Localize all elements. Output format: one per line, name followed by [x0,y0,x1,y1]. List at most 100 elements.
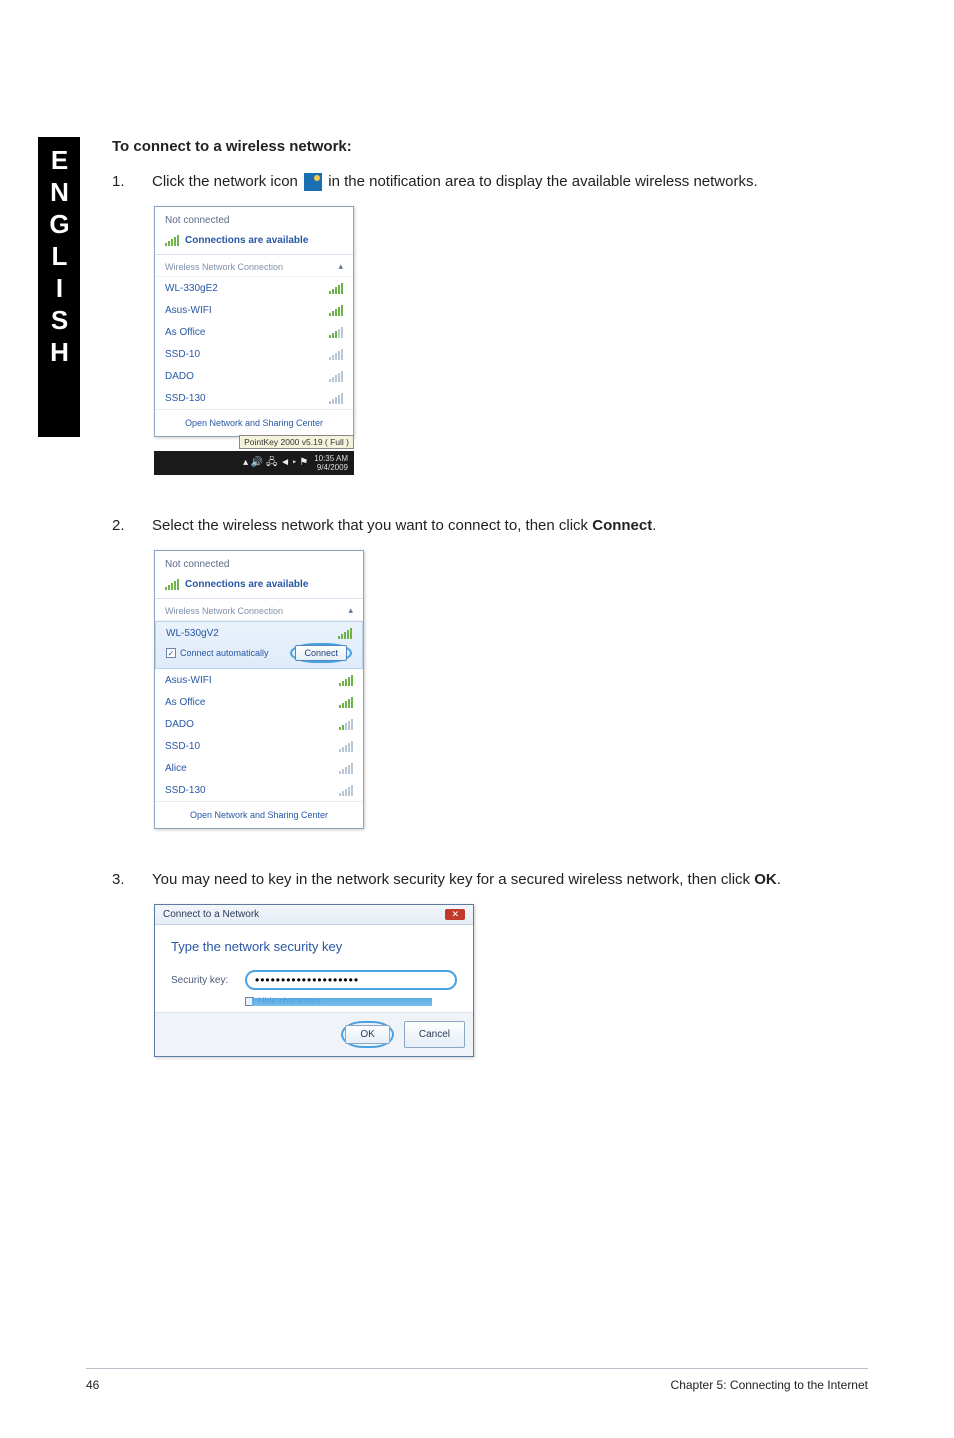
signal-icon [165,578,179,590]
wifi-flyout-1: Not connected Connections are available … [154,206,882,475]
network-row[interactable]: DADO [155,713,363,735]
dialog-footer: OK Cancel [155,1012,473,1056]
highlight-circle: OK [341,1021,393,1048]
close-icon[interactable]: ✕ [445,909,465,920]
connections-available-label: Connections are available [185,235,308,246]
connections-available-row: Connections are available [155,230,353,255]
signal-icon [339,718,353,730]
not-connected-label: Not connected [165,215,343,226]
network-row[interactable]: SSD-130 [155,387,353,409]
ssid-label: Alice [165,763,187,774]
wireless-section-label: Wireless Network Connection ▴ [155,255,353,277]
taskbar: ▴ 🔊 🖧 ◄ ▸ ⚑ 10:35 AM 9/4/2009 [154,451,354,475]
signal-icon [339,696,353,708]
step-number: 3. [112,869,152,890]
security-key-dialog: Connect to a Network ✕ Type the network … [154,904,882,1057]
connect-auto-checkbox[interactable]: ✓ Connect automatically [166,648,269,658]
ok-button[interactable]: OK [345,1025,389,1044]
ssid-label: SSD-10 [165,741,200,752]
signal-icon [329,282,343,294]
signal-icon [329,370,343,382]
highlight-circle: Connect [290,643,352,663]
network-row[interactable]: As Office [155,321,353,343]
open-network-center-link[interactable]: Open Network and Sharing Center [155,409,353,436]
flyout-shell: Not connected Connections are available … [154,206,354,437]
page-footer: 46 Chapter 5: Connecting to the Internet [86,1378,868,1392]
dialog-shell: Connect to a Network ✕ Type the network … [154,904,474,1057]
page-number: 46 [86,1378,99,1392]
ssid-label: As Office [165,327,205,338]
not-connected-label: Not connected [165,559,353,570]
network-row[interactable]: SSD-10 [155,735,363,757]
flyout-shell: Not connected Connections are available … [154,550,364,829]
connections-available-row: Connections are available [155,574,363,599]
network-row[interactable]: WL-330gE2 [155,277,353,299]
signal-icon [165,234,179,246]
step-body: Select the wireless network that you wan… [152,515,882,536]
network-row-selected[interactable]: WL-530gV2 ✓ Connect automatically Connec… [155,621,363,669]
step3-bold: OK [754,871,777,888]
network-row[interactable]: DADO [155,365,353,387]
page-content: To connect to a wireless network: 1. Cli… [112,138,882,1057]
step2-text-pre: Select the wireless network that you wan… [152,517,592,534]
hide-characters-label: Hide characters [258,996,321,1006]
step-number: 1. [112,171,152,192]
cancel-button[interactable]: Cancel [404,1021,465,1048]
ssid-label: WL-330gE2 [165,283,218,294]
connections-available-label: Connections are available [185,579,308,590]
signal-icon [339,762,353,774]
wireless-section-text: Wireless Network Connection [165,606,283,616]
network-row[interactable]: SSD-130 [155,779,363,801]
ssid-label: SSD-130 [165,393,206,404]
network-row[interactable]: Asus-WIFI [155,299,353,321]
footer-divider [86,1368,868,1369]
network-row[interactable]: Alice [155,757,363,779]
step3-text-pre: You may need to key in the network secur… [152,871,754,888]
ssid-label: As Office [165,697,205,708]
ssid-label: DADO [165,371,194,382]
security-key-label: Security key: [171,975,235,986]
chevron-up-icon: ▴ [338,261,343,272]
connect-auto-label: Connect automatically [180,648,269,658]
network-row[interactable]: As Office [155,691,363,713]
step1-text-post: in the notification area to display the … [328,173,757,190]
security-key-input[interactable]: •••••••••••••••••••• [245,970,457,990]
network-tray-icon [304,173,322,191]
step-body: You may need to key in the network secur… [152,869,882,890]
step-number: 2. [112,515,152,536]
ssid-label: Asus-WIFI [165,675,212,686]
step1-text-pre: Click the network icon [152,173,302,190]
flyout-header: Not connected [155,207,353,230]
signal-icon [329,304,343,316]
clock-time: 10:35 AM [314,454,348,463]
security-key-row: Security key: •••••••••••••••••••• [171,970,457,990]
step-2: 2. Select the wireless network that you … [112,515,882,536]
clock-date: 9/4/2009 [314,463,348,472]
signal-icon [339,784,353,796]
tray-icons: ▴ 🔊 🖧 ◄ ▸ ⚑ [243,455,308,472]
connect-button[interactable]: Connect [295,645,347,661]
open-network-center-link[interactable]: Open Network and Sharing Center [155,801,363,828]
step-body: Click the network icon in the notificati… [152,171,882,192]
step2-bold: Connect [592,517,652,534]
signal-icon [329,348,343,360]
network-row[interactable]: Asus-WIFI [155,669,363,691]
dialog-body: Type the network security key Security k… [155,925,473,1012]
step2-text-post: . [652,517,656,534]
language-tab: ENGLISH [38,137,80,437]
signal-icon [338,627,352,639]
step-3: 3. You may need to key in the network se… [112,869,882,890]
step-1: 1. Click the network icon in the notific… [112,171,882,192]
hide-characters-row[interactable]: Hide characters [245,996,457,1006]
ssid-label: WL-530gV2 [166,628,219,639]
ssid-label: SSD-130 [165,785,206,796]
ssid-label: Asus-WIFI [165,305,212,316]
ssid-label: DADO [165,719,194,730]
section-heading: To connect to a wireless network: [112,138,882,155]
signal-icon [339,674,353,686]
tray-tooltip: PointKey 2000 v5.19 ( Full ) [239,435,354,449]
network-row[interactable]: SSD-10 [155,343,353,365]
dialog-title-text: Connect to a Network [163,909,259,920]
wifi-flyout-2: Not connected Connections are available … [154,550,882,829]
chevron-up-icon: ▴ [348,605,353,616]
